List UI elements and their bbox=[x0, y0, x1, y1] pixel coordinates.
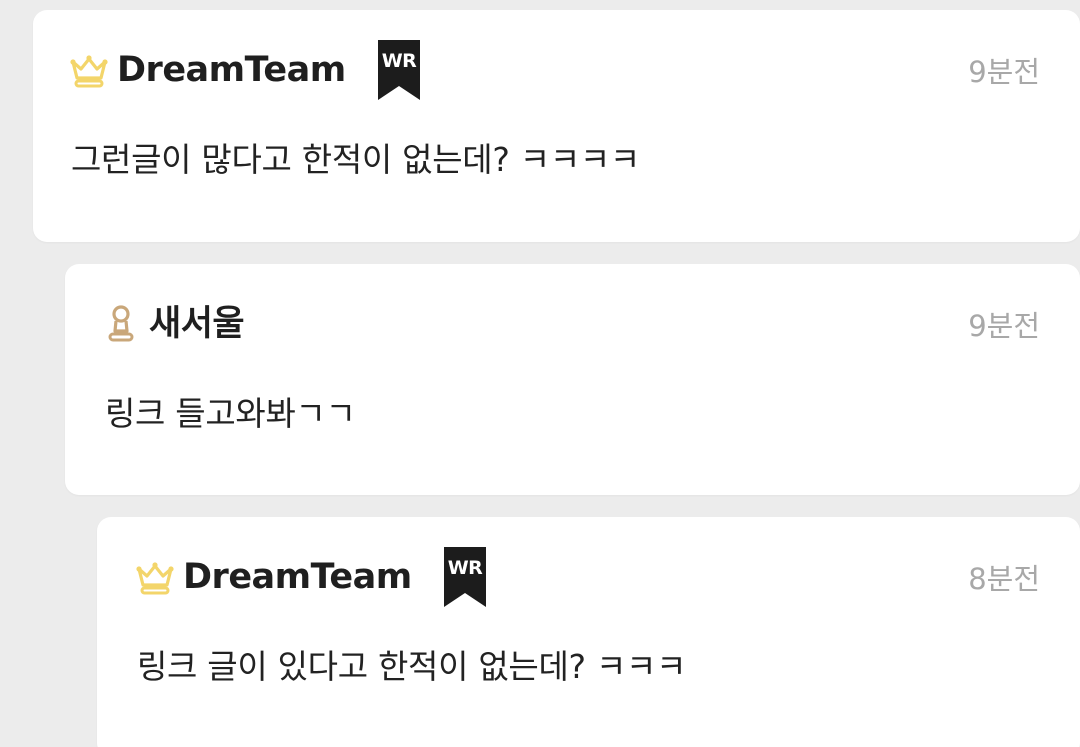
nickname-link[interactable]: 새서울 bbox=[149, 302, 245, 346]
nickname-link[interactable]: DreamTeam bbox=[183, 555, 412, 599]
crown-icon bbox=[135, 557, 175, 597]
timestamp: 9분전 bbox=[968, 55, 1040, 89]
wr-badge: WR bbox=[442, 547, 488, 609]
comment-text: 링크 들고와봐ㄱㄱ bbox=[105, 394, 356, 433]
wr-badge: WR bbox=[376, 40, 422, 102]
comment-card[interactable]: 새서울 9분전 링크 들고와봐ㄱㄱ bbox=[65, 264, 1080, 495]
comment-card[interactable]: DreamTeam WR 9분전 그런글이 많다고 한적이 없는데? ㅋㅋㅋㅋ bbox=[33, 10, 1080, 242]
comment-header: DreamTeam WR 8분전 bbox=[135, 547, 1040, 609]
pawn-icon bbox=[107, 304, 147, 344]
comment-text: 링크 글이 있다고 한적이 없는데? ㅋㅋㅋ bbox=[137, 647, 687, 686]
wr-badge-label: WR bbox=[381, 50, 417, 72]
wr-badge-label: WR bbox=[447, 557, 483, 579]
timestamp: 8분전 bbox=[968, 562, 1040, 596]
nickname-link[interactable]: DreamTeam bbox=[117, 48, 346, 92]
comment-thread: DreamTeam WR 9분전 그런글이 많다고 한적이 없는데? ㅋㅋㅋㅋ … bbox=[0, 0, 1080, 747]
comment-text: 그런글이 많다고 한적이 없는데? ㅋㅋㅋㅋ bbox=[71, 140, 640, 179]
comment-card[interactable]: DreamTeam WR 8분전 링크 글이 있다고 한적이 없는데? ㅋㅋㅋ bbox=[97, 517, 1080, 747]
timestamp: 9분전 bbox=[968, 309, 1040, 343]
crown-icon bbox=[69, 50, 109, 90]
comment-header: DreamTeam WR 9분전 bbox=[69, 40, 1040, 102]
comment-header: 새서울 9분전 bbox=[107, 294, 1040, 356]
